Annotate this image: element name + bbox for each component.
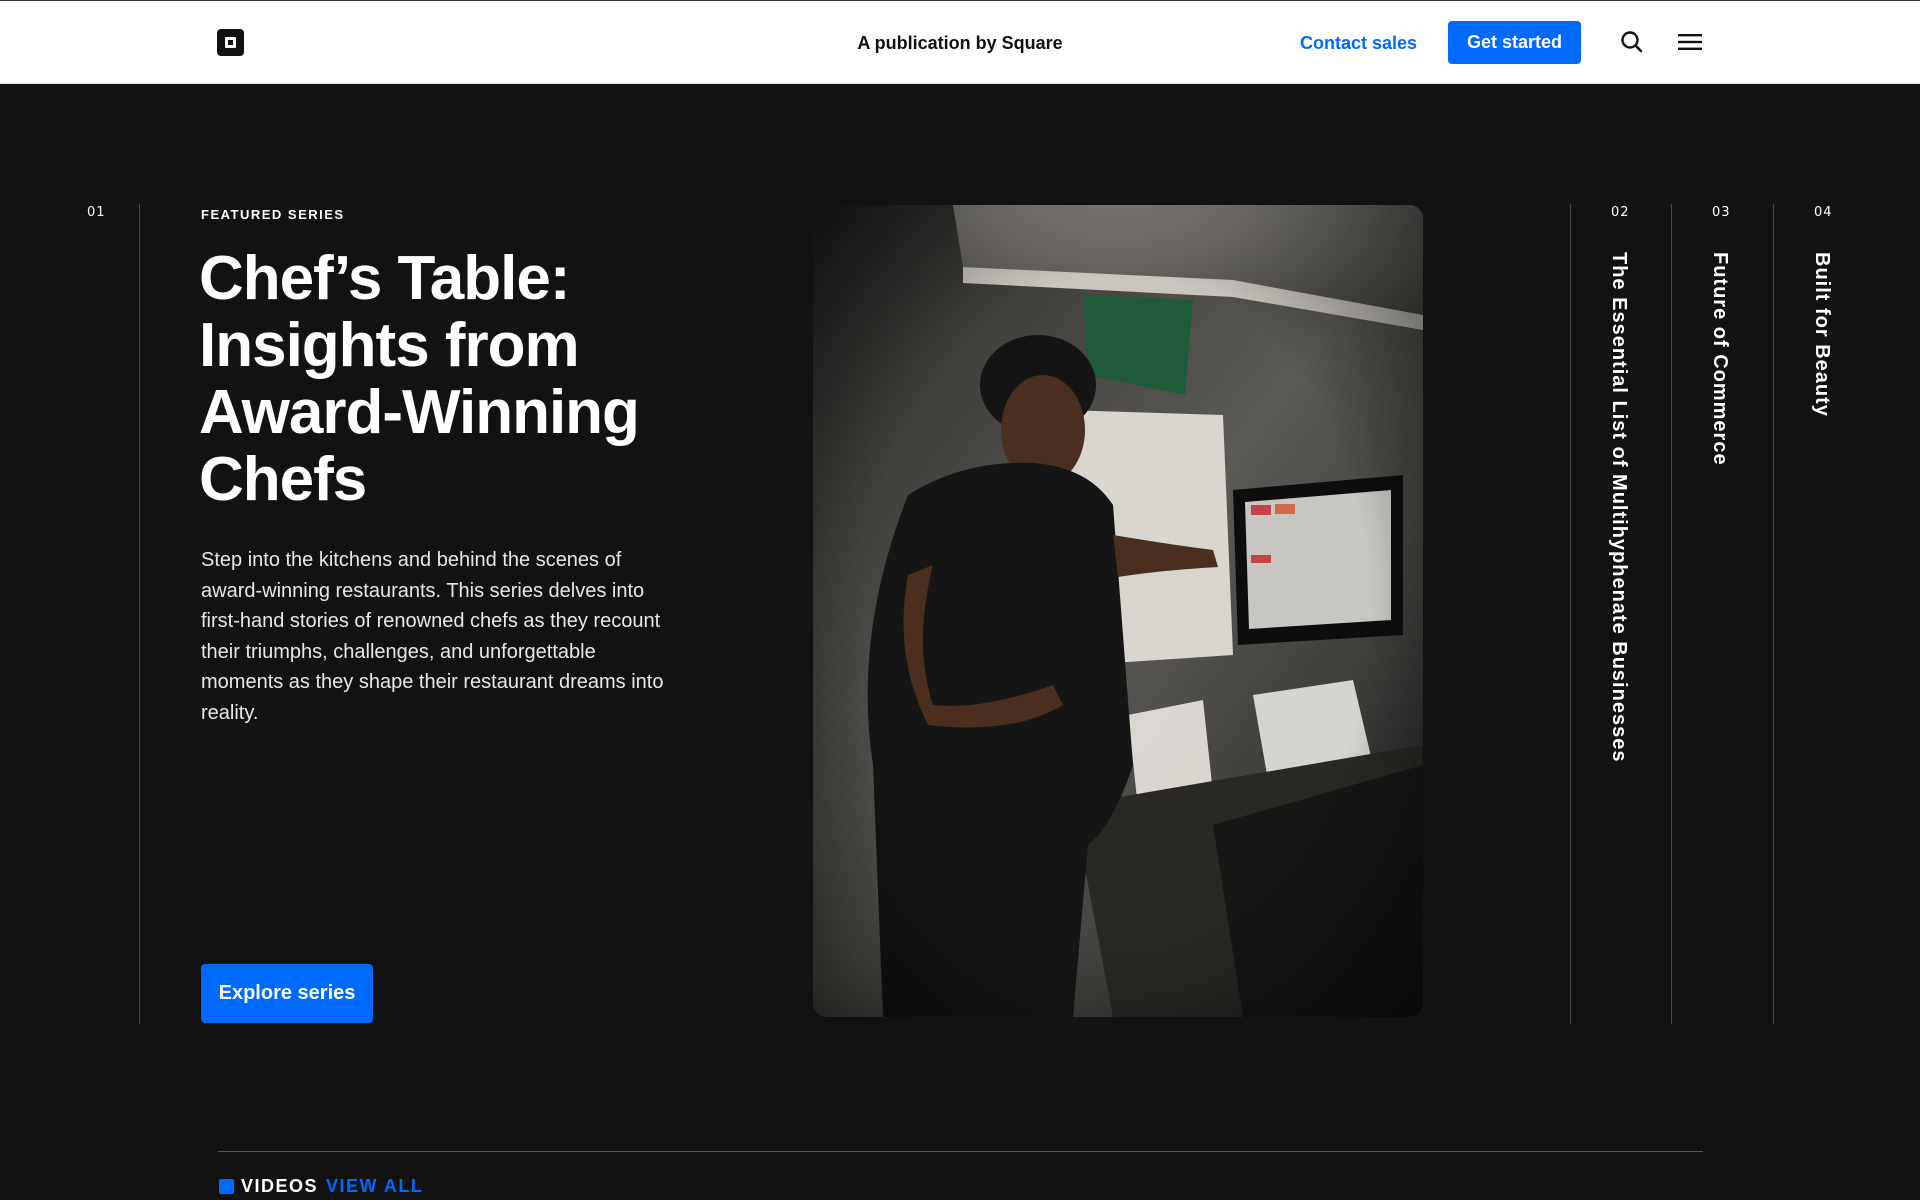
site-header: A publication by Square Contact sales Ge… [0, 0, 1920, 84]
tab-built-for-beauty[interactable]: Built for Beauty [1810, 252, 1833, 417]
series-title: Chef’s Table: Insights from Award-Winnin… [199, 244, 640, 514]
slide-divider [1773, 204, 1774, 1024]
videos-square-icon [219, 1179, 234, 1194]
slide-divider [1671, 204, 1672, 1024]
chef-kitchen-photo [813, 205, 1423, 1017]
contact-sales-link[interactable]: Contact sales [1300, 33, 1417, 54]
slide-number: 03 [1712, 205, 1731, 220]
slide-number: 01 [87, 205, 106, 220]
slide-number: 04 [1814, 205, 1833, 220]
featured-series-label: FEATURED SERIES [201, 207, 345, 222]
hamburger-menu-icon[interactable] [1677, 31, 1703, 53]
tab-future-of-commerce[interactable]: Future of Commerce [1708, 252, 1731, 466]
series-description: Step into the kitchens and behind the sc… [201, 549, 664, 724]
section-divider [218, 1151, 1703, 1152]
slide-divider [1570, 204, 1571, 1024]
tab-multihyphenate-businesses[interactable]: The Essential List of Multihyphenate Bus… [1607, 252, 1630, 762]
videos-section-label: VIDEOS [241, 1176, 319, 1196]
slide-number: 02 [1611, 205, 1630, 220]
search-icon[interactable] [1619, 29, 1645, 55]
get-started-button[interactable]: Get started [1448, 21, 1581, 64]
view-all-link[interactable]: VIEW ALL [326, 1176, 423, 1197]
slide-divider [139, 204, 140, 1024]
explore-series-button[interactable]: Explore series [201, 964, 373, 1023]
